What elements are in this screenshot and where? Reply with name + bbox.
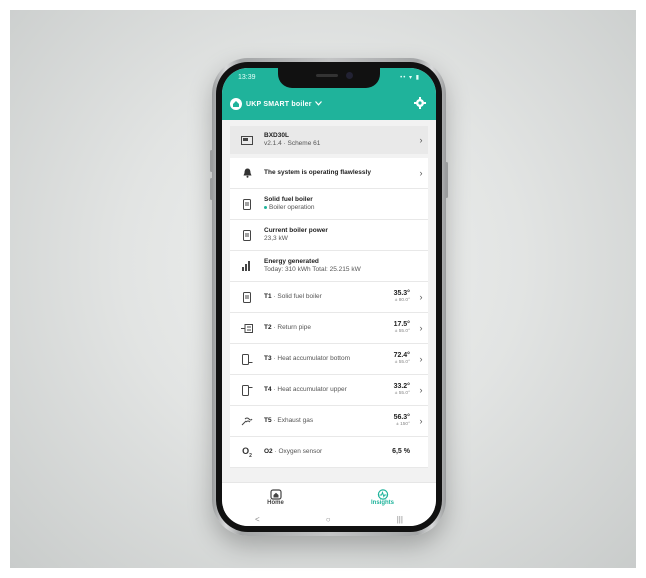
boiler-title: Solid fuel boiler — [264, 195, 313, 203]
chevron-right-icon: › — [419, 416, 423, 426]
boiler-selector[interactable]: UKP SMART boiler — [230, 97, 322, 111]
home-circle-icon[interactable]: ○ — [326, 515, 331, 524]
bell-icon — [230, 168, 264, 178]
sensor-code: T5 — [264, 416, 272, 424]
chevron-right-icon: › — [419, 292, 423, 302]
exhaust-gas-icon — [230, 416, 264, 426]
energy-value: Today: 310 kWh Total: 25.215 kW — [264, 266, 361, 273]
oxygen-value: 6,5 % — [392, 447, 410, 455]
power-button — [445, 162, 448, 198]
sensor-row-t5[interactable]: T5 · Exhaust gas 56.3° ± 150° › — [230, 406, 428, 437]
gear-icon[interactable] — [414, 96, 426, 109]
sensor-row-t4[interactable]: T4 · Heat accumulator upper 33.2° ± 55.0°… — [230, 375, 428, 406]
boiler-icon — [230, 198, 264, 210]
energy-title: Energy generated — [264, 257, 319, 265]
sensor-label: · Oxygen sensor — [272, 447, 323, 455]
sensor-label: · Heat accumulator upper — [271, 385, 347, 393]
bar-chart-icon — [230, 261, 264, 271]
volume-down-button — [210, 178, 213, 200]
status-time: 13:39 — [238, 74, 256, 81]
sensor-label: · Exhaust gas — [271, 416, 314, 424]
boiler-operation-row: Solid fuel boiler Boiler operation — [230, 189, 428, 220]
app-title: UKP SMART boiler — [246, 100, 312, 108]
accumulator-bottom-icon — [230, 353, 264, 365]
sensor-row-t1[interactable]: T1 · Solid fuel boiler 35.3° ± 80.0° › — [230, 282, 428, 313]
system-nav-bar: < ○ ||| — [222, 512, 436, 526]
sensor-label: · Return pipe — [271, 323, 311, 331]
house-icon — [230, 98, 242, 110]
sensor-setpoint: ± 80.0° — [394, 298, 410, 304]
recents-icon[interactable]: ||| — [397, 515, 403, 524]
device-name: BXD30L — [264, 131, 289, 139]
sensor-row-t2[interactable]: T2 · Return pipe 17.5° ± 55.0° › — [230, 313, 428, 344]
device-version: v2.1.4 · Scheme 61 — [264, 140, 321, 147]
boiler-state: Boiler operation — [269, 204, 315, 211]
sensor-label: · Heat accumulator bottom — [271, 354, 350, 362]
status-list: BXD30L v2.1.4 · Scheme 61 › The system i… — [230, 126, 428, 468]
gauge-icon — [377, 489, 388, 500]
sensor-code: T3 — [264, 354, 272, 362]
chevron-right-icon: › — [419, 135, 423, 145]
sensor-setpoint: ± 55.0° — [394, 360, 410, 366]
power-title: Current boiler power — [264, 226, 328, 234]
status-icons: •• ▾ ▮ — [400, 75, 420, 81]
chevron-right-icon: › — [419, 354, 423, 364]
chevron-right-icon: › — [419, 385, 423, 395]
energy-row: Energy generated Today: 310 kWh Total: 2… — [230, 251, 428, 282]
sensor-code: T2 — [264, 323, 272, 331]
smartphone: 13:39 •• ▾ ▮ UKP SMART boiler BXD30L v2.… — [210, 58, 448, 536]
sensor-label: · Solid fuel boiler — [271, 292, 322, 300]
system-status-text: The system is operating flawlessly — [264, 168, 371, 176]
back-icon[interactable]: < — [255, 515, 260, 524]
front-camera — [346, 72, 353, 79]
sensor-code: O2 — [264, 447, 273, 455]
controller-icon — [230, 135, 264, 145]
tab-insights-label: Insights — [370, 500, 394, 506]
tab-home[interactable]: Home — [222, 483, 329, 512]
sensor-code: T4 — [264, 385, 272, 393]
device-row[interactable]: BXD30L v2.1.4 · Scheme 61 › — [230, 126, 428, 154]
bottom-tab-bar: Home Insights — [222, 482, 436, 512]
boiler-icon — [230, 229, 264, 241]
status-dot — [264, 205, 267, 209]
speaker — [316, 74, 338, 77]
notch — [278, 68, 380, 88]
chevron-down-icon — [314, 100, 322, 108]
return-pipe-icon — [230, 323, 264, 333]
boiler-icon — [230, 291, 264, 303]
home-icon — [269, 489, 282, 500]
power-value: 23,3 kW — [264, 235, 288, 242]
sensor-row-t3[interactable]: T3 · Heat accumulator bottom 72.4° ± 55.0… — [230, 344, 428, 375]
sensor-setpoint: ± 55.0° — [394, 329, 410, 335]
volume-up-button — [210, 150, 213, 172]
phone-screen: 13:39 •• ▾ ▮ UKP SMART boiler BXD30L v2.… — [222, 68, 436, 526]
chevron-right-icon: › — [419, 323, 423, 333]
oxygen-row: O2 O2 · Oxygen sensor 6,5 % — [230, 437, 428, 468]
sensor-setpoint: ± 55.0° — [394, 391, 410, 397]
boiler-power-row: Current boiler power 23,3 kW — [230, 220, 428, 251]
sensor-setpoint: ± 150° — [396, 422, 410, 428]
sensor-code: T1 — [264, 292, 272, 300]
tab-insights[interactable]: Insights — [329, 483, 436, 512]
system-status-row[interactable]: The system is operating flawlessly › — [230, 158, 428, 189]
accumulator-upper-icon — [230, 384, 264, 396]
tab-home-label: Home — [267, 500, 284, 506]
oxygen-icon: O2 — [242, 445, 252, 459]
chevron-right-icon: › — [419, 168, 423, 178]
